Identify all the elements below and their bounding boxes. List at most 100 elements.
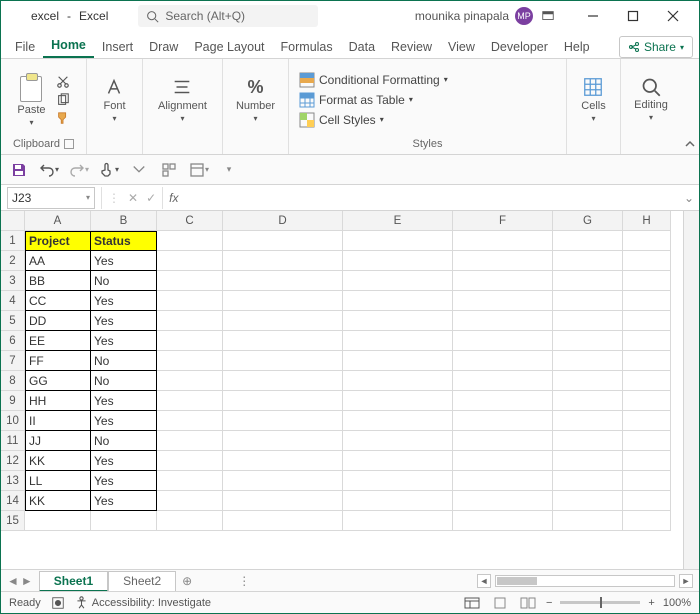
close-button[interactable] <box>653 2 693 30</box>
cell-B11[interactable]: No <box>91 431 157 451</box>
font-button[interactable]: Font▾ <box>103 76 125 123</box>
cell-C8[interactable] <box>157 371 223 391</box>
alignment-button[interactable]: Alignment▾ <box>158 76 207 123</box>
cell-E9[interactable] <box>343 391 453 411</box>
cell-A13[interactable]: LL <box>25 471 91 491</box>
cell-D12[interactable] <box>223 451 343 471</box>
ribbon-display-options[interactable] <box>533 2 563 30</box>
horizontal-scrollbar[interactable] <box>495 575 675 587</box>
cell-F11[interactable] <box>453 431 553 451</box>
row-header-1[interactable]: 1 <box>1 231 25 251</box>
cell-G7[interactable] <box>553 351 623 371</box>
sheet-nav-next[interactable]: ► <box>21 574 33 588</box>
cell-G15[interactable] <box>553 511 623 531</box>
format-as-table-button[interactable]: Format as Table▾ <box>299 92 413 108</box>
cell-B9[interactable]: Yes <box>91 391 157 411</box>
tab-review[interactable]: Review <box>383 36 440 58</box>
format-painter-button[interactable] <box>56 111 70 125</box>
cell-A5[interactable]: DD <box>25 311 91 331</box>
user-account[interactable]: mounika pinapala MP <box>415 7 533 25</box>
cell-B3[interactable]: No <box>91 271 157 291</box>
tab-split-handle[interactable]: ⋮ <box>238 574 250 588</box>
cell-E11[interactable] <box>343 431 453 451</box>
cell-H12[interactable] <box>623 451 671 471</box>
cell-F12[interactable] <box>453 451 553 471</box>
tab-home[interactable]: Home <box>43 34 94 58</box>
cell-F2[interactable] <box>453 251 553 271</box>
cell-H8[interactable] <box>623 371 671 391</box>
cell-F3[interactable] <box>453 271 553 291</box>
zoom-slider[interactable] <box>560 601 640 604</box>
number-button[interactable]: % Number▾ <box>236 77 275 123</box>
maximize-button[interactable] <box>613 2 653 30</box>
cell-D13[interactable] <box>223 471 343 491</box>
select-all-corner[interactable] <box>1 211 25 231</box>
row-header-4[interactable]: 4 <box>1 291 25 311</box>
cell-F14[interactable] <box>453 491 553 511</box>
tab-developer[interactable]: Developer <box>483 36 556 58</box>
cell-H3[interactable] <box>623 271 671 291</box>
cell-G13[interactable] <box>553 471 623 491</box>
cell-G2[interactable] <box>553 251 623 271</box>
cell-A4[interactable]: CC <box>25 291 91 311</box>
cell-E14[interactable] <box>343 491 453 511</box>
page-break-view-button[interactable] <box>518 595 538 611</box>
column-header-G[interactable]: G <box>553 211 623 231</box>
cell-B13[interactable]: Yes <box>91 471 157 491</box>
column-header-A[interactable]: A <box>25 211 91 231</box>
cut-button[interactable] <box>56 75 70 89</box>
cell-B10[interactable]: Yes <box>91 411 157 431</box>
cell-B8[interactable]: No <box>91 371 157 391</box>
collapse-ribbon-button[interactable] <box>681 59 699 154</box>
cell-H6[interactable] <box>623 331 671 351</box>
zoom-level[interactable]: 100% <box>663 597 691 609</box>
cell-H11[interactable] <box>623 431 671 451</box>
row-header-2[interactable]: 2 <box>1 251 25 271</box>
normal-view-button[interactable] <box>462 595 482 611</box>
cell-E12[interactable] <box>343 451 453 471</box>
tab-data[interactable]: Data <box>341 36 383 58</box>
cell-E10[interactable] <box>343 411 453 431</box>
cell-A7[interactable]: FF <box>25 351 91 371</box>
row-header-3[interactable]: 3 <box>1 271 25 291</box>
cell-D7[interactable] <box>223 351 343 371</box>
cell-H9[interactable] <box>623 391 671 411</box>
cell-F9[interactable] <box>453 391 553 411</box>
copy-button[interactable] <box>56 93 70 107</box>
cell-B7[interactable]: No <box>91 351 157 371</box>
cell-E8[interactable] <box>343 371 453 391</box>
cell-F10[interactable] <box>453 411 553 431</box>
cell-B1[interactable]: Status <box>91 231 157 251</box>
scroll-left-button[interactable]: ◄ <box>477 574 491 588</box>
row-header-6[interactable]: 6 <box>1 331 25 351</box>
add-sheet-button[interactable]: ⊕ <box>176 574 198 588</box>
cell-D5[interactable] <box>223 311 343 331</box>
cell-E7[interactable] <box>343 351 453 371</box>
cell-E15[interactable] <box>343 511 453 531</box>
cell-E5[interactable] <box>343 311 453 331</box>
cell-F15[interactable] <box>453 511 553 531</box>
cell-E3[interactable] <box>343 271 453 291</box>
tab-formulas[interactable]: Formulas <box>273 36 341 58</box>
cell-D6[interactable] <box>223 331 343 351</box>
search-box[interactable]: Search (Alt+Q) <box>138 5 318 27</box>
cell-G12[interactable] <box>553 451 623 471</box>
cell-D10[interactable] <box>223 411 343 431</box>
cell-G14[interactable] <box>553 491 623 511</box>
column-header-F[interactable]: F <box>453 211 553 231</box>
fx-label[interactable]: fx <box>163 191 184 205</box>
cell-E13[interactable] <box>343 471 453 491</box>
cell-D15[interactable] <box>223 511 343 531</box>
qat-button-5[interactable] <box>129 160 149 180</box>
cell-D4[interactable] <box>223 291 343 311</box>
column-header-C[interactable]: C <box>157 211 223 231</box>
dialog-launcher[interactable] <box>64 139 74 149</box>
cell-F7[interactable] <box>453 351 553 371</box>
cell-H5[interactable] <box>623 311 671 331</box>
cell-G9[interactable] <box>553 391 623 411</box>
cell-C5[interactable] <box>157 311 223 331</box>
customize-qat-button[interactable]: ▾ <box>219 160 239 180</box>
editing-button[interactable]: Editing▾ <box>634 77 668 122</box>
cell-C1[interactable] <box>157 231 223 251</box>
cell-styles-button[interactable]: Cell Styles▾ <box>299 112 384 128</box>
